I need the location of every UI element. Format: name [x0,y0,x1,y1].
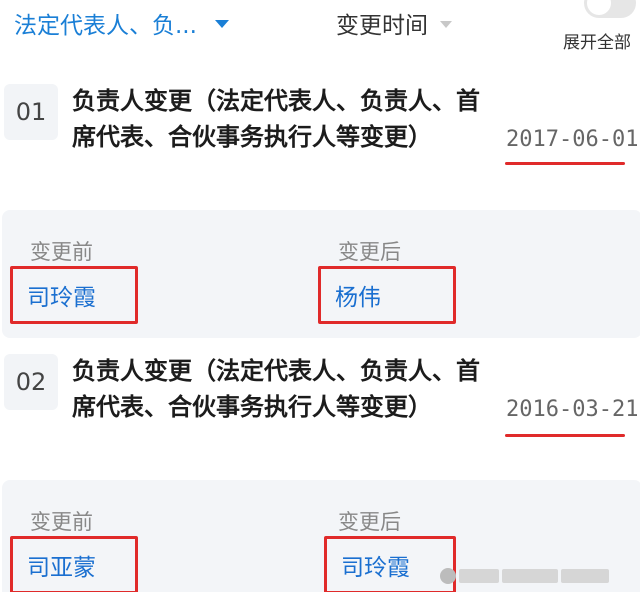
caret-down-icon [214,20,229,28]
before-label: 变更前 [30,510,93,534]
watermark [440,565,620,587]
after-value: 杨伟 [335,285,381,311]
change-time-sort-label: 变更时间 [336,13,428,39]
expand-all-toggle[interactable] [584,0,636,18]
after-label: 变更后 [338,510,401,534]
record-header: 01 负责人变更（法定代表人、负责人、首席代表、合伙事务执行人等变更） 2017… [0,70,640,202]
after-label: 变更后 [338,240,401,264]
after-value: 司玲霞 [341,555,410,581]
record-title: 负责人变更（法定代表人、负责人、首席代表、合伙事务执行人等变更） [72,357,480,421]
watermark-blur [459,569,499,583]
change-time-sort[interactable]: 变更时间 [336,6,452,40]
watermark-blur [502,569,558,583]
watermark-logo-icon [440,568,456,584]
record-index: 02 [4,354,58,410]
after-value-box[interactable]: 司玲霞 [324,536,456,592]
before-value-box[interactable]: 司玲霞 [10,266,138,324]
record-title: 负责人变更（法定代表人、负责人、首席代表、合伙事务执行人等变更） [72,87,480,151]
change-panel: 变更前 司玲霞 变更后 杨伟 [2,210,640,338]
change-type-filter[interactable]: 法定代表人、负... [14,6,229,40]
expand-all-label: 展开全部 [563,33,631,53]
before-value: 司玲霞 [27,285,96,311]
before-label: 变更前 [30,240,93,264]
record-header: 02 负责人变更（法定代表人、负责人、首席代表、合伙事务执行人等变更） 2016… [0,340,640,472]
record-date: 2016-03-21 [506,397,639,422]
filter-bar: 法定代表人、负... 变更时间 展开全部 [0,0,640,56]
before-value-box[interactable]: 司亚蒙 [10,536,138,592]
date-underline [505,434,625,437]
date-underline [505,162,625,165]
watermark-blur [561,569,609,583]
record-index: 01 [4,84,58,140]
caret-down-icon [440,20,452,28]
after-value-box[interactable]: 杨伟 [318,266,456,324]
record-date: 2017-06-01 [506,127,639,152]
change-type-filter-label: 法定代表人、负... [14,13,197,39]
before-value: 司亚蒙 [27,555,96,581]
